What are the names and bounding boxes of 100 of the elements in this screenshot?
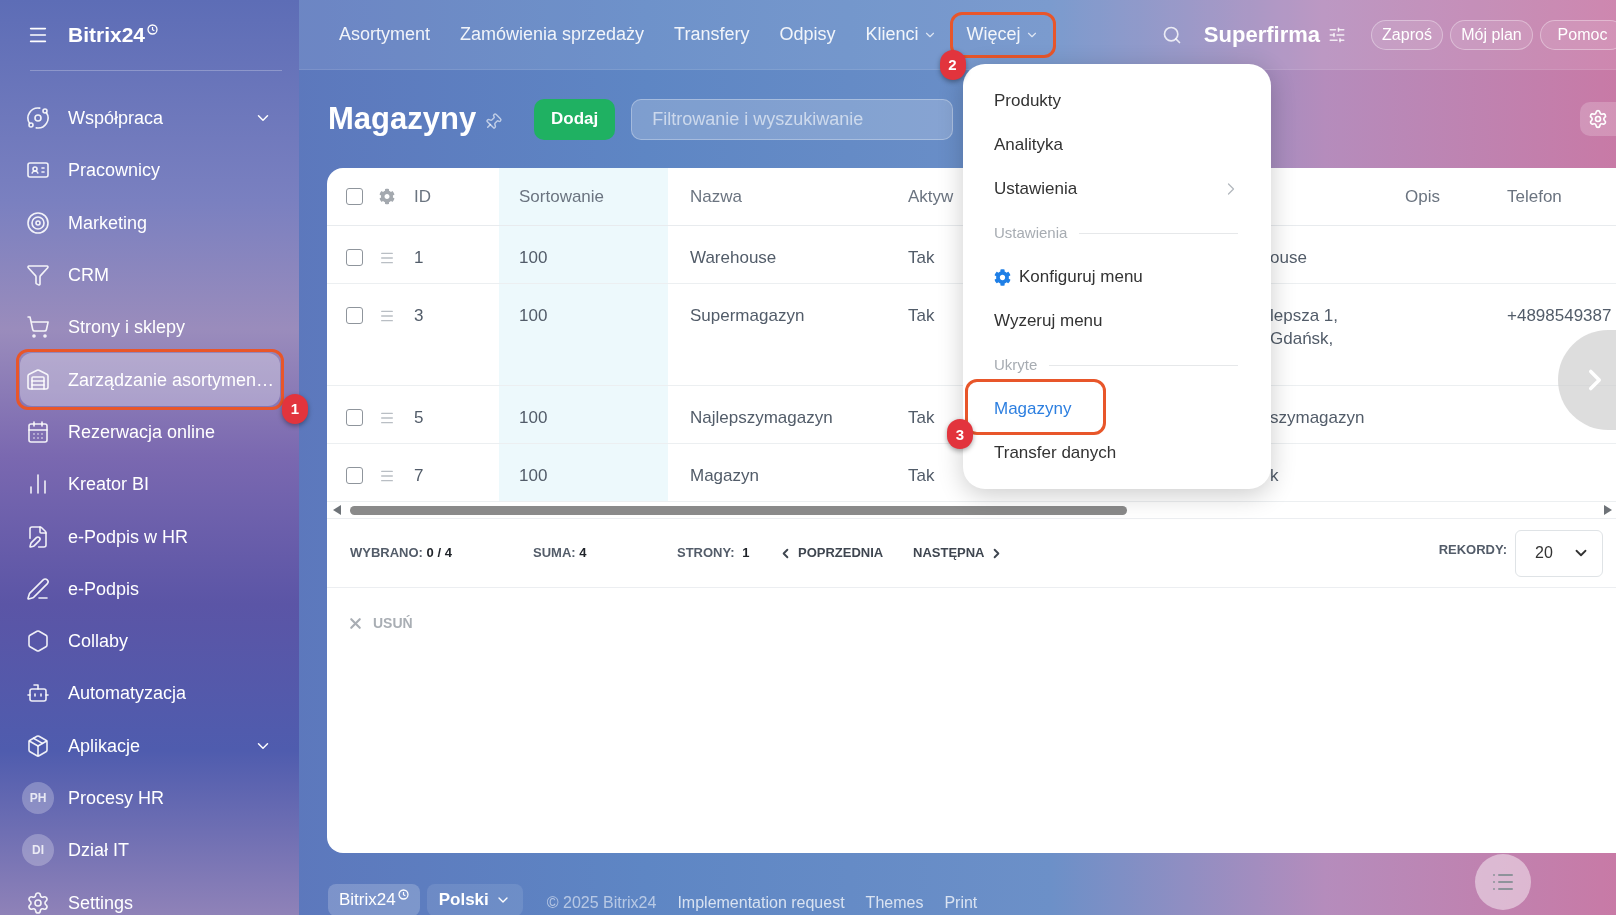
- sidebar-item[interactable]: DI Dział IT: [20, 824, 280, 877]
- sidebar-item[interactable]: e-Podpis: [20, 562, 280, 615]
- page-size-select[interactable]: 20: [1515, 529, 1603, 577]
- checkbox[interactable]: [346, 188, 363, 205]
- nav-tab[interactable]: Odpisy: [765, 20, 850, 49]
- table-cell: Tak: [908, 408, 935, 427]
- total-count: SUMA: 4: [533, 545, 587, 561]
- table-cell: 100: [499, 386, 668, 443]
- sidebar-item[interactable]: Strony i sklepy: [20, 301, 280, 354]
- settings-button[interactable]: [1580, 102, 1616, 136]
- next-page-button[interactable]: NASTĘPNA: [913, 543, 1004, 563]
- nav-tab[interactable]: Asortyment: [325, 20, 445, 49]
- table-cell: 7: [414, 466, 424, 485]
- menu-item[interactable]: Wyzeruj menu: [975, 299, 1259, 343]
- step-badge: 3: [947, 419, 973, 449]
- menu-item[interactable]: Analityka: [975, 123, 1259, 167]
- target-icon: [26, 210, 50, 235]
- brand-link[interactable]: Bitrix24: [328, 884, 420, 915]
- settings-icon: [1588, 109, 1608, 129]
- menu-section-label: Ukryte: [994, 354, 1038, 375]
- header-button[interactable]: Zaproś: [1371, 19, 1443, 50]
- footer-link[interactable]: Themes: [865, 891, 924, 915]
- table-cell: 100: [499, 444, 668, 501]
- table-cell: Magazyn: [690, 466, 759, 485]
- checkbox[interactable]: [346, 249, 363, 266]
- nav-tab[interactable]: Więcej: [952, 20, 1053, 49]
- footer-link[interactable]: Print: [944, 891, 978, 915]
- menu-item[interactable]: Ustawienia: [975, 167, 1259, 211]
- sidebar-item[interactable]: Collaby: [20, 614, 280, 668]
- nodes-icon: [26, 106, 50, 131]
- settings-icon: [994, 268, 1011, 286]
- column-header[interactable]: Telefon: [1488, 168, 1616, 225]
- sliders-icon[interactable]: [1328, 25, 1346, 44]
- pen-icon: [26, 576, 50, 601]
- menu-item[interactable]: Konfiguruj menu: [975, 255, 1259, 299]
- step-badge: 1: [282, 393, 308, 424]
- table-cell: Najlepszymagazyn: [690, 408, 833, 427]
- sidebar-item[interactable]: Settings: [20, 876, 280, 915]
- sidebar-item[interactable]: Automatyzacja: [20, 667, 280, 720]
- language-select[interactable]: Polski: [426, 884, 523, 915]
- funnel-icon: [26, 263, 50, 288]
- scrollbar-thumb[interactable]: [350, 505, 1127, 515]
- clock-icon: [397, 888, 409, 900]
- nav-tab[interactable]: Klienci: [851, 20, 951, 49]
- sidebar-item[interactable]: Marketing: [20, 196, 280, 249]
- sidebar-item[interactable]: Kreator BI: [20, 458, 280, 511]
- sidebar-item[interactable]: PH Procesy HR: [20, 771, 280, 825]
- box-icon: [26, 733, 50, 758]
- table-cell: 100: [499, 226, 668, 283]
- scroll-left-icon[interactable]: [333, 505, 341, 515]
- footer-link[interactable]: Implementation request: [677, 891, 845, 915]
- cart-icon: [26, 315, 50, 340]
- sidebar-item[interactable]: Rezerwacja online: [20, 405, 280, 459]
- list-button[interactable]: [1475, 854, 1531, 910]
- table-cell: Tak: [908, 466, 935, 485]
- copyright-text: © 2025 Bitrix24: [546, 893, 657, 913]
- checkbox[interactable]: [346, 467, 363, 484]
- initials-avatar: DI: [22, 834, 54, 867]
- settings-icon[interactable]: [379, 188, 395, 205]
- initials-avatar: PH: [22, 782, 54, 814]
- sidebar-item[interactable]: e-Podpis w HR: [20, 510, 280, 563]
- checkbox[interactable]: [346, 409, 363, 426]
- menu-item[interactable]: Transfer danych: [975, 431, 1259, 475]
- sidebar-item[interactable]: CRM: [20, 248, 280, 302]
- sidebar-item[interactable]: Zarządzanie asortymen…: [20, 353, 280, 406]
- table-cell-text: lepsza 1, Gdańsk,: [1270, 305, 1340, 350]
- company-name[interactable]: Superfirma: [1203, 18, 1320, 51]
- table-cell: 5: [414, 408, 424, 427]
- header-button[interactable]: Mój plan: [1450, 19, 1533, 50]
- menu-section-label: Ustawienia: [994, 222, 1068, 243]
- sidebar-item[interactable]: Współpraca: [20, 92, 280, 145]
- previous-page-button[interactable]: POPRZEDNIA: [778, 543, 884, 563]
- menu-item[interactable]: Produkty: [975, 79, 1259, 123]
- clock-icon: [147, 23, 159, 35]
- sidebar-item[interactable]: Aplikacje: [20, 719, 280, 772]
- nav-tab[interactable]: Zamówienia sprzedaży: [446, 20, 659, 49]
- page-title: Magazyny: [328, 99, 477, 138]
- column-header[interactable]: Aktyw: [890, 168, 963, 225]
- warehouse-icon: [26, 367, 50, 392]
- scroll-right-icon[interactable]: [1604, 505, 1612, 515]
- hexagon-icon: [26, 629, 50, 654]
- table-cell: Tak: [908, 306, 935, 325]
- search-icon[interactable]: [1161, 24, 1182, 45]
- nav-tab[interactable]: Transfery: [660, 20, 764, 49]
- settings-icon: [26, 890, 50, 915]
- page-count: STRONY: 1: [677, 545, 750, 561]
- header-button[interactable]: Pomoc: [1540, 19, 1616, 50]
- add-button[interactable]: Dodaj: [534, 98, 616, 140]
- sidebar-item[interactable]: Pracownicy: [20, 144, 280, 197]
- column-header[interactable]: Sortowanie: [499, 168, 668, 225]
- column-header[interactable]: Nazwa: [668, 168, 890, 225]
- table-cell: Warehouse: [690, 248, 777, 267]
- column-header[interactable]: Opis: [1385, 168, 1488, 225]
- menu-item[interactable]: Magazyny: [975, 387, 1259, 431]
- page-size-label: REKORDY:: [1438, 541, 1507, 560]
- checkbox[interactable]: [346, 307, 363, 324]
- table-cell-text: ouse: [1270, 247, 1308, 269]
- calendar-icon: [26, 419, 50, 444]
- column-header[interactable]: ID: [395, 168, 499, 225]
- logo-text[interactable]: Bitrix24: [68, 19, 146, 51]
